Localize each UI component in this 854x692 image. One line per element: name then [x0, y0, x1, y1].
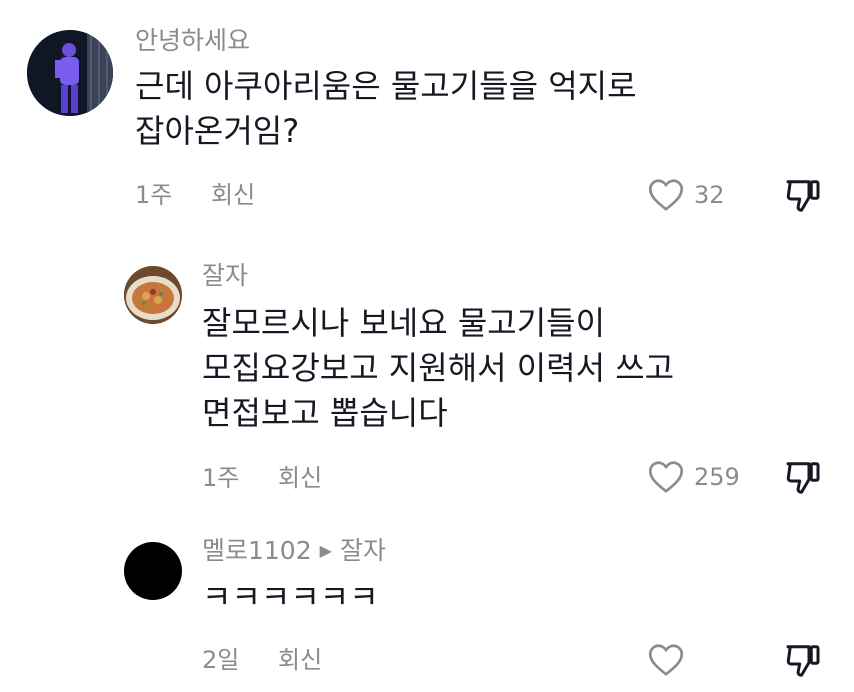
comment-time: 2일: [202, 646, 240, 674]
comment-text: 근데 아쿠아리움은 물고기들을 억지로 잡아온거임?: [135, 67, 637, 150]
reply-button[interactable]: 회신: [278, 645, 322, 675]
comment-time: 1주: [135, 181, 173, 209]
comment-1: 안녕하세요 근데 아쿠아리움은 물고기들을 억지로 잡아온거임? 1주 회신 3…: [0, 0, 854, 230]
heart-outline-icon: [648, 179, 684, 211]
heart-outline-icon: [648, 461, 684, 493]
reply-arrow-icon: ▶: [319, 541, 332, 560]
reply-button[interactable]: 회신: [278, 463, 322, 493]
comment-text: 잘모르시나 보네요 물고기들이 모집요강보고 지원해서 이력서 쓰고 면접보고 …: [202, 304, 675, 432]
reply-to-username[interactable]: 잘자: [340, 536, 386, 565]
like-button[interactable]: 32: [648, 178, 725, 212]
dislike-button[interactable]: [783, 460, 823, 500]
avatar[interactable]: [124, 542, 182, 600]
avatar[interactable]: [27, 30, 113, 116]
comment-text: ㅋㅋㅋㅋㅋㅋ: [202, 578, 379, 616]
thumbs-down-icon: [786, 462, 820, 494]
like-button[interactable]: [648, 643, 694, 677]
heart-outline-icon: [648, 644, 684, 676]
avatar[interactable]: [124, 266, 182, 324]
comment-3: 멜로1102 ▶ 잘자 ㅋㅋㅋㅋㅋㅋ 2일 회신: [0, 505, 854, 692]
comment-username[interactable]: 잘자: [202, 261, 248, 291]
like-count: 32: [694, 181, 725, 209]
comment-2: 잘자 잘모르시나 보네요 물고기들이 모집요강보고 지원해서 이력서 쓰고 면접…: [0, 230, 854, 505]
comment-username[interactable]: 안녕하세요: [135, 26, 250, 56]
reply-button[interactable]: 회신: [211, 180, 255, 210]
dislike-button[interactable]: [783, 643, 823, 683]
dislike-button[interactable]: [783, 178, 823, 218]
like-count: 259: [694, 463, 740, 491]
thumbs-down-icon: [786, 645, 820, 677]
comment-username-text[interactable]: 멜로1102: [202, 536, 312, 565]
comment-username[interactable]: 멜로1102 ▶ 잘자: [202, 536, 386, 566]
like-button[interactable]: 259: [648, 460, 740, 494]
comment-time: 1주: [202, 464, 240, 492]
thumbs-down-icon: [786, 180, 820, 212]
